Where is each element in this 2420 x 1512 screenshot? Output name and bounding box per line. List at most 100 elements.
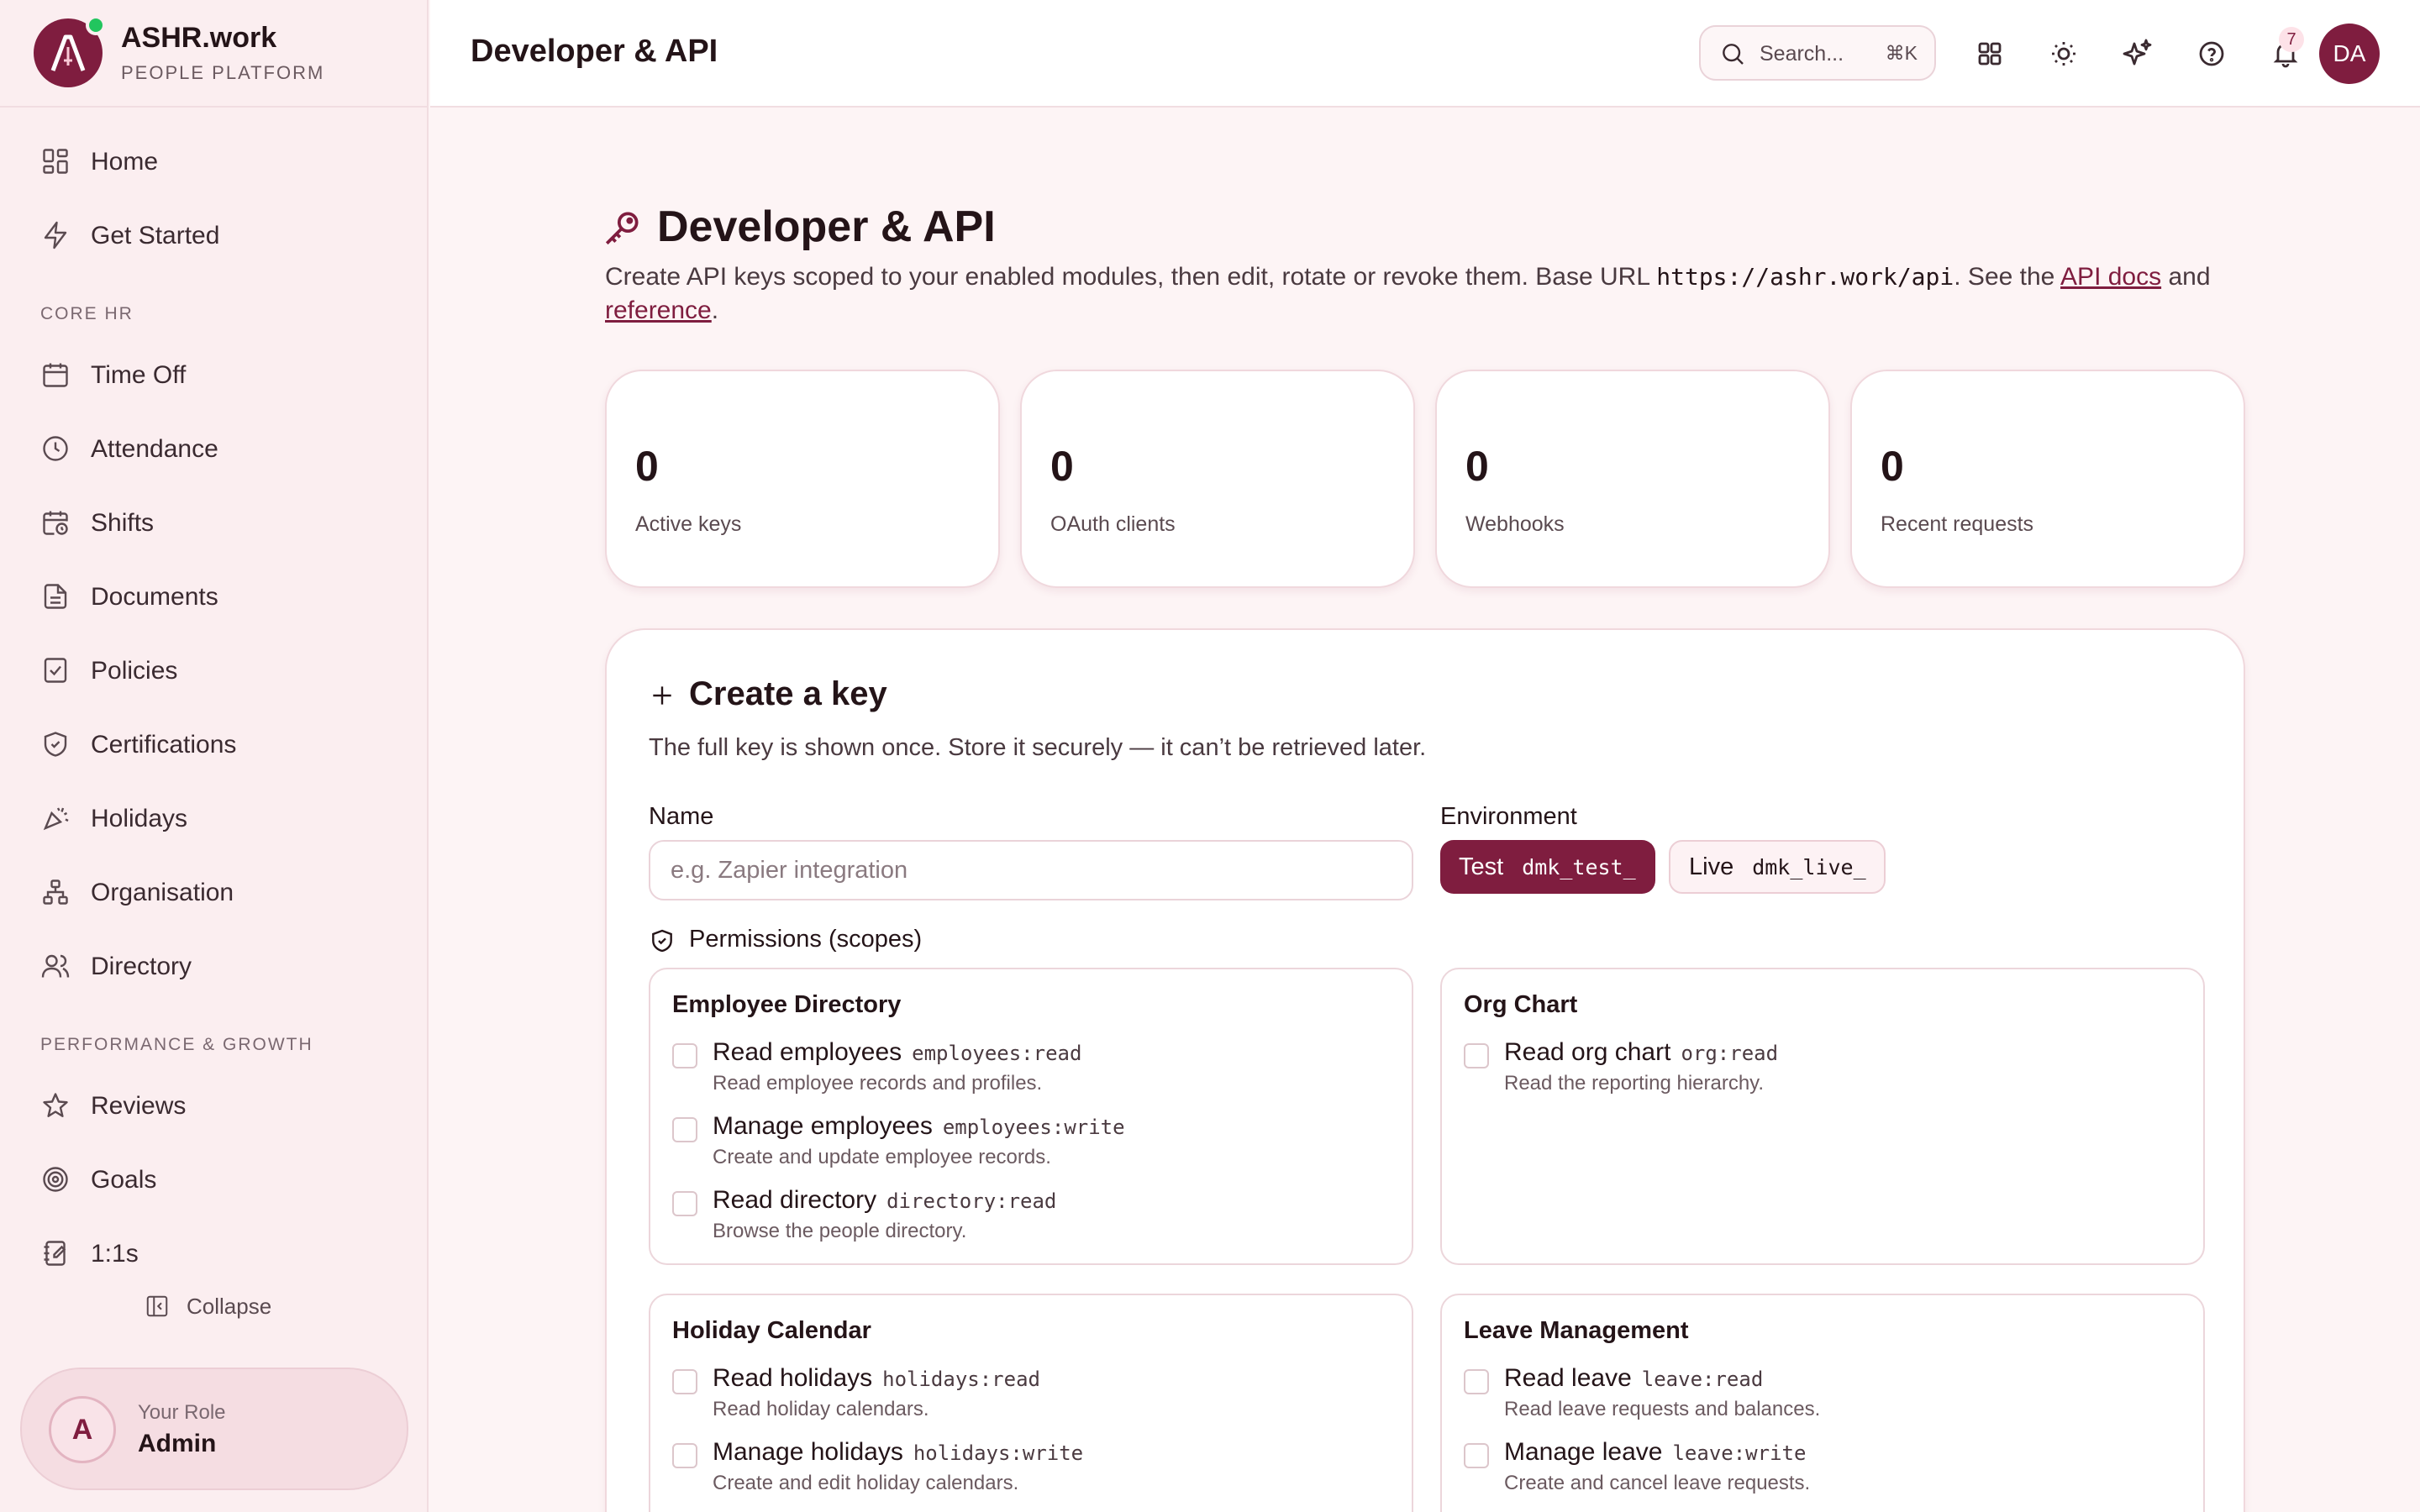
sidebar-item-get-started[interactable]: Get Started: [20, 205, 407, 265]
stat-label: Active keys: [635, 512, 742, 536]
scope-checkbox[interactable]: [1464, 1043, 1489, 1068]
scope-item-org-read[interactable]: Read org chart org:read Read the reportin…: [1464, 1038, 2186, 1105]
key-name-input[interactable]: [649, 840, 1413, 900]
scope-description: Read leave requests and balances.: [1504, 1398, 1821, 1420]
scope-checkbox[interactable]: [672, 1191, 697, 1216]
scope-group-title: Holiday Calendar: [672, 1317, 871, 1344]
scope-name: Manage holidays: [713, 1438, 903, 1466]
role-card[interactable]: A Your Role Admin: [20, 1368, 408, 1490]
scope-description: Read employee records and profiles.: [713, 1072, 1043, 1095]
sidebar-item-documents[interactable]: Documents: [20, 566, 407, 627]
search-shortcut: ⌘K: [1885, 42, 1918, 64]
online-status-dot: [86, 15, 106, 35]
role-avatar: A: [49, 1396, 116, 1463]
sidebar-item-certifications[interactable]: Certifications: [20, 714, 407, 774]
scope-item-holidays-write[interactable]: Manage holidays holidays:write Create and…: [672, 1438, 1395, 1505]
scope-description: Create and edit holiday calendars.: [713, 1472, 1019, 1494]
sidebar-item-one-on-ones[interactable]: 1:1s: [20, 1223, 407, 1284]
scope-code: employees:read: [912, 1042, 1082, 1065]
target-icon: [43, 1167, 68, 1192]
theme-toggle-button[interactable]: [2044, 34, 2084, 74]
sidebar-item-policies[interactable]: Policies: [20, 640, 407, 701]
stat-label: OAuth clients: [1050, 512, 1176, 536]
help-button[interactable]: [2191, 34, 2232, 74]
user-avatar[interactable]: DA: [2319, 24, 2380, 84]
scope-group-leave-management: Leave Management Read leave leave:read Re…: [1440, 1294, 2205, 1512]
sidebar-item-time-off[interactable]: Time Off: [20, 344, 407, 405]
top-header: Developer & API Search... ⌘K 7 DA: [430, 0, 2420, 108]
env-live-label: Live: [1689, 853, 1734, 880]
page-title: Developer & API: [657, 202, 996, 251]
sidebar-item-holidays[interactable]: Holidays: [20, 788, 407, 848]
scope-item-holidays-read[interactable]: Read holidays holidays:read Read holiday …: [672, 1364, 1395, 1431]
plus-icon: [653, 686, 671, 705]
sidebar-item-attendance[interactable]: Attendance: [20, 418, 407, 479]
star-icon: [43, 1093, 68, 1117]
stat-label: Webhooks: [1465, 512, 1565, 536]
scope-checkbox[interactable]: [672, 1117, 697, 1142]
api-docs-link[interactable]: API docs: [2060, 263, 2161, 291]
sidebar-item-label: Shifts: [91, 509, 155, 537]
environment-label: Environment: [1440, 803, 1577, 830]
scope-description: Browse the people directory.: [713, 1220, 967, 1242]
ai-assistant-button[interactable]: [2118, 34, 2158, 74]
scope-item-employees-read[interactable]: Read employees employees:read Read employ…: [672, 1038, 1395, 1105]
desc-text: Create API keys scoped to your enabled m…: [605, 263, 1657, 291]
scope-description: Create and cancel leave requests.: [1504, 1472, 1811, 1494]
sidebar-item-shifts[interactable]: Shifts: [20, 492, 407, 553]
sidebar-item-label: Get Started: [91, 222, 220, 249]
name-label: Name: [649, 803, 714, 830]
scope-item-leave-read[interactable]: Read leave leave:read Read leave requests…: [1464, 1364, 2186, 1431]
sidebar-item-label: Policies: [91, 657, 178, 685]
sidebar-item-reviews[interactable]: Reviews: [20, 1075, 407, 1136]
scope-checkbox[interactable]: [672, 1369, 697, 1394]
collapse-sidebar-button[interactable]: Collapse: [145, 1290, 271, 1322]
scope-item-employees-write[interactable]: Manage employees employees:write Create a…: [672, 1112, 1395, 1179]
desc-text: and: [2161, 263, 2211, 291]
scope-checkbox[interactable]: [1464, 1369, 1489, 1394]
brand: ASHR.work PEOPLE PLATFORM: [0, 0, 429, 108]
env-live-button[interactable]: Live dmk_live_: [1669, 840, 1886, 894]
stat-card-active-keys: 0 Active keys: [605, 370, 1000, 588]
sidebar-item-organisation[interactable]: Organisation: [20, 862, 407, 922]
logo-a-icon: [50, 34, 86, 71]
stat-value: 0: [635, 443, 659, 490]
scope-checkbox[interactable]: [672, 1443, 697, 1468]
stat-card-webhooks: 0 Webhooks: [1435, 370, 1830, 588]
header-title: Developer & API: [471, 34, 718, 69]
sidebar-item-label: Certifications: [91, 731, 237, 759]
calendar-icon: [43, 363, 68, 387]
desc-text: .: [711, 297, 719, 324]
sidebar-item-home[interactable]: Home: [20, 131, 407, 192]
scope-item-leave-write[interactable]: Manage leave leave:write Create and cance…: [1464, 1438, 2186, 1505]
stat-card-oauth-clients: 0 OAuth clients: [1020, 370, 1415, 588]
search-placeholder: Search...: [1760, 42, 1844, 66]
scope-checkbox[interactable]: [1464, 1443, 1489, 1468]
env-test-prefix: dmk_test_: [1522, 854, 1636, 879]
scope-group-employee-directory: Employee Directory Read employees employe…: [649, 968, 1413, 1265]
env-test-button[interactable]: Test dmk_test_: [1440, 840, 1655, 894]
sidebar-item-label: Goals: [91, 1166, 157, 1194]
scope-checkbox[interactable]: [672, 1043, 697, 1068]
create-key-card: Create a key The full key is shown once.…: [605, 628, 2245, 1512]
sidebar-item-label: Organisation: [91, 879, 234, 906]
clock-icon: [43, 436, 68, 461]
scope-name: Read leave: [1504, 1364, 1632, 1392]
apps-button[interactable]: [1970, 34, 2010, 74]
shield-icon: [44, 732, 67, 757]
scope-group-holiday-calendar: Holiday Calendar Read holidays holidays:r…: [649, 1294, 1413, 1512]
page-description: Create API keys scoped to your enabled m…: [605, 260, 2252, 328]
org-icon: [43, 879, 68, 905]
help-icon: [2199, 41, 2224, 66]
search-box[interactable]: Search... ⌘K: [1699, 25, 1936, 81]
sidebar-item-goals[interactable]: Goals: [20, 1149, 407, 1210]
scope-item-directory-read[interactable]: Read directory directory:read Browse the …: [672, 1186, 1395, 1253]
scope-code: holidays:read: [882, 1368, 1040, 1391]
scope-name: Read org chart: [1504, 1038, 1671, 1066]
stat-value: 0: [1881, 443, 1904, 490]
sidebar-item-label: Home: [91, 148, 159, 176]
sidebar-item-directory[interactable]: Directory: [20, 936, 407, 996]
reference-link[interactable]: reference: [605, 297, 712, 324]
search-icon: [1723, 44, 1744, 65]
create-key-description: The full key is shown once. Store it sec…: [649, 734, 1427, 761]
